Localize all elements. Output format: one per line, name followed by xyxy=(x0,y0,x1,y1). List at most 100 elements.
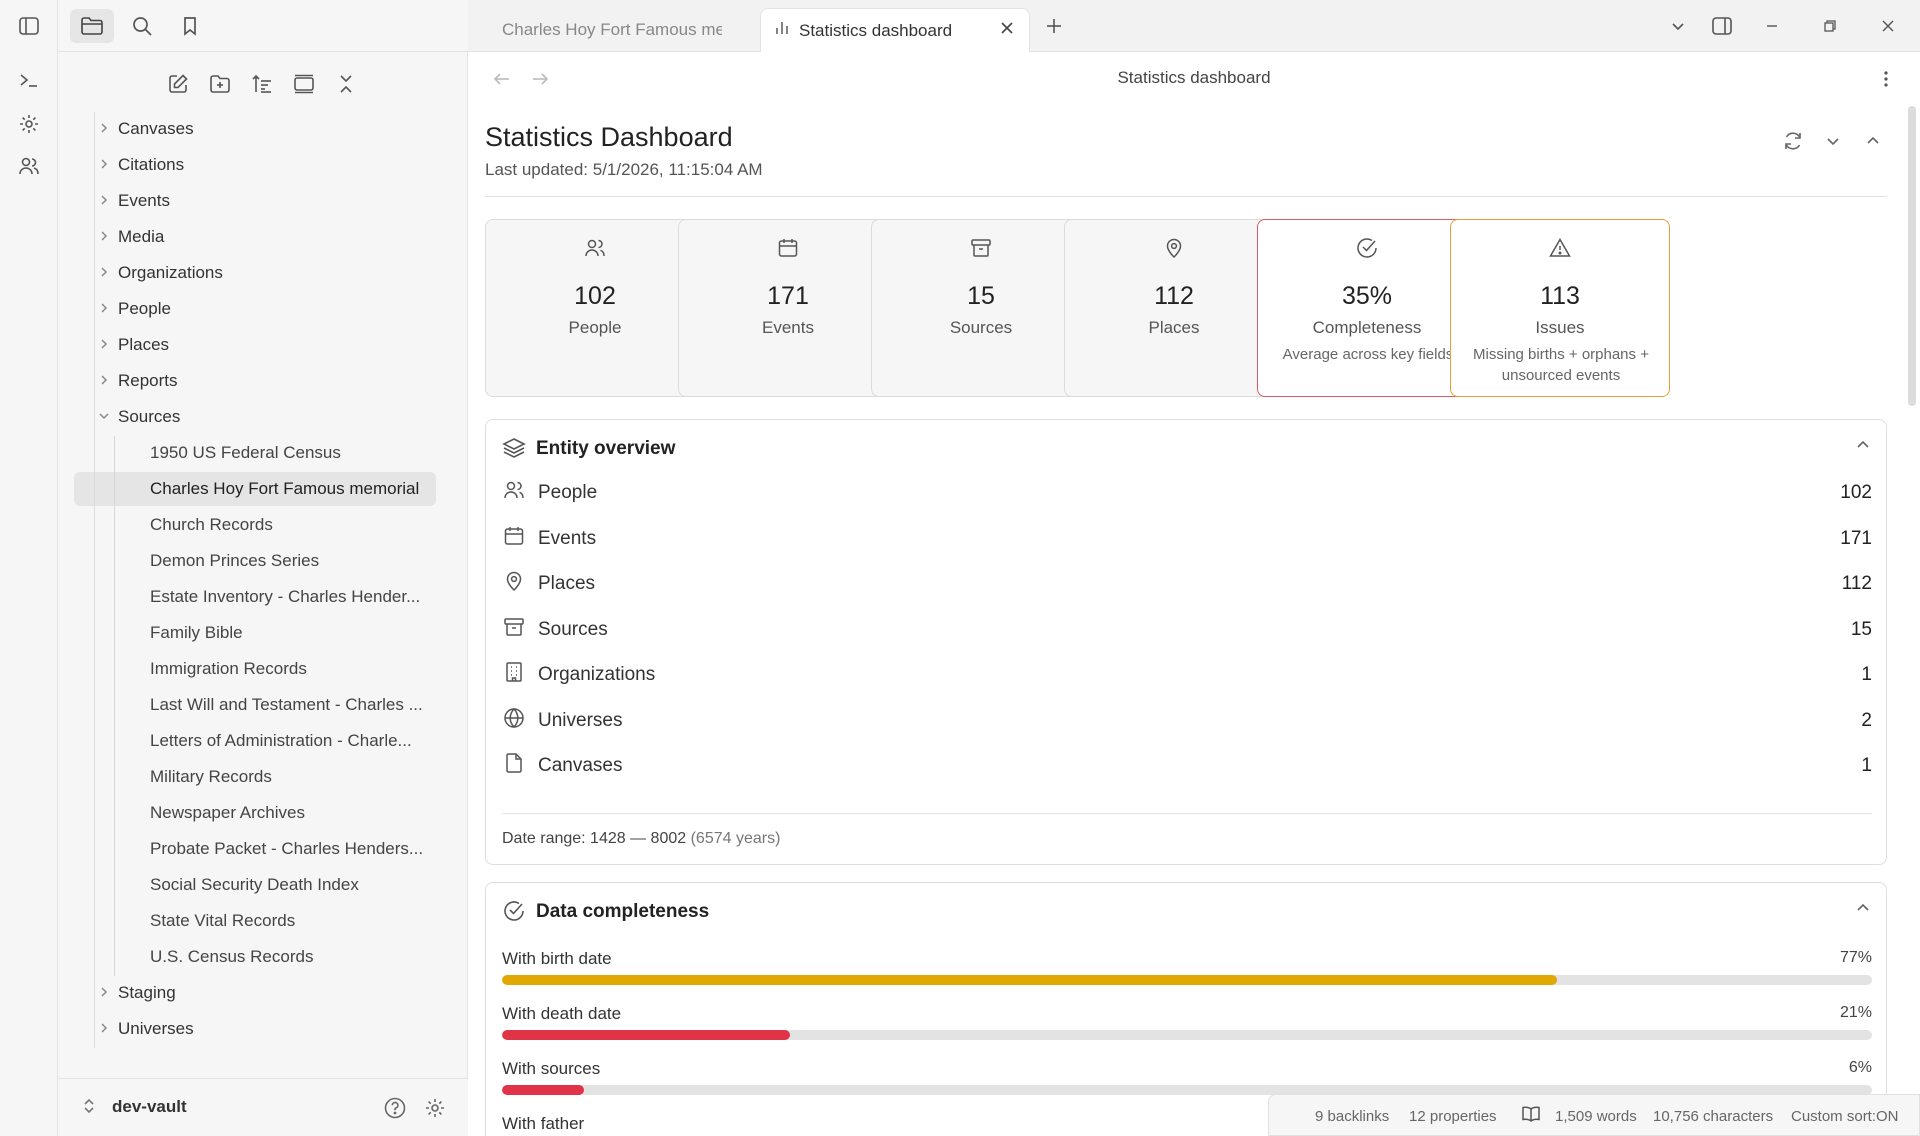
sort-icon[interactable] xyxy=(244,66,280,102)
file-item[interactable]: Church Records xyxy=(74,508,436,542)
folder-places[interactable]: Places xyxy=(74,328,436,362)
file-item[interactable]: Demon Princes Series xyxy=(74,544,436,578)
auto-reveal-icon[interactable] xyxy=(286,66,322,102)
terminal-icon[interactable] xyxy=(13,64,45,96)
chevron-right-icon xyxy=(98,122,112,137)
folder-canvases[interactable]: Canvases xyxy=(74,112,436,146)
header-divider xyxy=(485,196,1887,197)
file-item[interactable]: Letters of Administration - Charle... xyxy=(74,724,436,758)
entity-row-sources[interactable]: Sources 15 xyxy=(502,609,1872,649)
folder-people[interactable]: People xyxy=(74,292,436,326)
entity-row-events[interactable]: Events 171 xyxy=(502,518,1872,558)
stat-card-people[interactable]: 102 People xyxy=(485,219,705,397)
entity-row-people[interactable]: People 102 xyxy=(502,472,1872,512)
entity-row-canvases[interactable]: Canvases 1 xyxy=(502,745,1872,785)
folder-sources[interactable]: Sources xyxy=(74,400,436,434)
left-ribbon xyxy=(0,0,58,1136)
stat-value: 113 xyxy=(1540,282,1580,310)
refresh-icon[interactable] xyxy=(1778,126,1808,156)
properties-count[interactable]: 12 properties xyxy=(1409,1108,1497,1125)
map-pin-icon xyxy=(1065,236,1283,260)
stat-card-issues[interactable]: 113 Issues Missing births + orphans + unso… xyxy=(1450,219,1670,397)
expand-all-chevron-down-icon[interactable] xyxy=(1818,126,1848,156)
main-scrollbar[interactable] xyxy=(1908,106,1916,406)
bookmark-icon[interactable] xyxy=(168,9,212,43)
folder-citations[interactable]: Citations xyxy=(74,148,436,182)
sidebar-toggle-icon[interactable] xyxy=(13,10,45,42)
vault-name[interactable]: dev-vault xyxy=(112,1097,187,1117)
stat-label: Completeness xyxy=(1312,318,1422,337)
file-item[interactable]: Immigration Records xyxy=(74,652,436,686)
folder-reports[interactable]: Reports xyxy=(74,364,436,398)
tab-list-chevron-down-icon[interactable] xyxy=(1660,10,1696,42)
chevron-right-icon xyxy=(98,158,112,173)
tab-statistics-dashboard[interactable]: Statistics dashboard xyxy=(760,8,1030,52)
folder-events[interactable]: Events xyxy=(74,184,436,218)
file-item[interactable]: Military Records xyxy=(74,760,436,794)
new-tab-plus-icon[interactable] xyxy=(1036,10,1072,42)
new-note-icon[interactable] xyxy=(160,66,196,102)
minimize-icon[interactable] xyxy=(1754,10,1790,42)
completeness-label: With sources xyxy=(502,1059,601,1078)
file-label: Social Security Death Index xyxy=(150,875,359,894)
new-folder-icon[interactable] xyxy=(202,66,238,102)
folder-universes[interactable]: Universes xyxy=(74,1012,436,1046)
file-label: State Vital Records xyxy=(150,911,296,930)
entity-count: 102 xyxy=(1840,482,1872,503)
search-icon[interactable] xyxy=(120,9,164,43)
file-item[interactable]: Estate Inventory - Charles Hender... xyxy=(74,580,436,614)
restore-icon[interactable] xyxy=(1812,10,1848,42)
vault-settings-gear-icon[interactable] xyxy=(420,1093,450,1123)
building-icon xyxy=(502,660,526,689)
layers-icon xyxy=(502,436,526,465)
file-item[interactable]: Social Security Death Index xyxy=(74,868,436,902)
character-count: 10,756 characters xyxy=(1653,1108,1774,1125)
right-sidebar-toggle-icon[interactable] xyxy=(1704,10,1740,42)
collapse-all-icon[interactable] xyxy=(328,66,364,102)
file-item[interactable]: Probate Packet - Charles Henders... xyxy=(74,832,436,866)
file-item[interactable]: Last Will and Testament - Charles ... xyxy=(74,688,436,722)
collapse-panel-chevron-up-icon[interactable] xyxy=(1854,436,1872,459)
chevron-down-icon xyxy=(98,410,112,425)
more-options-icon[interactable] xyxy=(1874,66,1898,92)
stat-card-completeness[interactable]: 35% Completeness Average across key fields xyxy=(1257,219,1477,397)
collapse-all-chevron-up-icon[interactable] xyxy=(1858,126,1888,156)
reading-book-icon[interactable] xyxy=(1521,1105,1541,1127)
page-title: Statistics Dashboard xyxy=(485,122,733,152)
file-label: Demon Princes Series xyxy=(150,551,320,570)
entity-row-universes[interactable]: Universes 2 xyxy=(502,700,1872,740)
file-item[interactable]: U.S. Census Records xyxy=(74,940,436,974)
users-icon xyxy=(486,236,704,260)
completeness-label: With father xyxy=(502,1114,585,1133)
window-close-icon[interactable] xyxy=(1870,10,1906,42)
stat-card-places[interactable]: 112 Places xyxy=(1064,219,1284,397)
help-icon[interactable] xyxy=(380,1093,410,1123)
file-explorer-sidebar: Canvases Citations Events Media Organization… xyxy=(58,52,519,1136)
entity-row-places[interactable]: Places 112 xyxy=(502,563,1872,603)
gear-icon[interactable] xyxy=(13,108,45,140)
custom-sort-status[interactable]: Custom sort:ON xyxy=(1791,1108,1899,1125)
folder-media[interactable]: Media xyxy=(74,220,436,254)
folder-staging[interactable]: Staging xyxy=(74,976,436,1010)
file-item[interactable]: State Vital Records xyxy=(74,904,436,938)
users-icon[interactable] xyxy=(13,150,45,182)
file-item[interactable]: 1950 US Federal Census xyxy=(74,436,436,470)
stat-card-sources[interactable]: 15 Sources xyxy=(871,219,1091,397)
close-tab-icon[interactable] xyxy=(999,20,1015,41)
file-item[interactable]: Newspaper Archives xyxy=(74,796,436,830)
chevrons-updown-icon[interactable] xyxy=(82,1097,96,1118)
folder-organizations[interactable]: Organizations xyxy=(74,256,436,290)
backlinks-count[interactable]: 9 backlinks xyxy=(1315,1108,1389,1125)
collapse-panel-chevron-up-icon[interactable] xyxy=(1854,899,1872,922)
completeness-percent: 21% xyxy=(1839,1004,1872,1021)
progress-fill xyxy=(502,1030,790,1040)
archive-icon xyxy=(502,615,526,644)
files-tab-folder-icon[interactable] xyxy=(70,9,114,43)
map-pin-icon xyxy=(502,569,526,598)
entity-label: Canvases xyxy=(538,755,623,776)
stat-card-events[interactable]: 171 Events xyxy=(678,219,898,397)
entity-row-organizations[interactable]: Organizations 1 xyxy=(502,654,1872,694)
file-item[interactable]: Charles Hoy Fort Famous memorial xyxy=(74,472,436,506)
file-item[interactable]: Family Bible xyxy=(74,616,436,650)
tab-charles-hoy-fort[interactable]: Charles Hoy Fort Famous me... xyxy=(486,8,726,52)
